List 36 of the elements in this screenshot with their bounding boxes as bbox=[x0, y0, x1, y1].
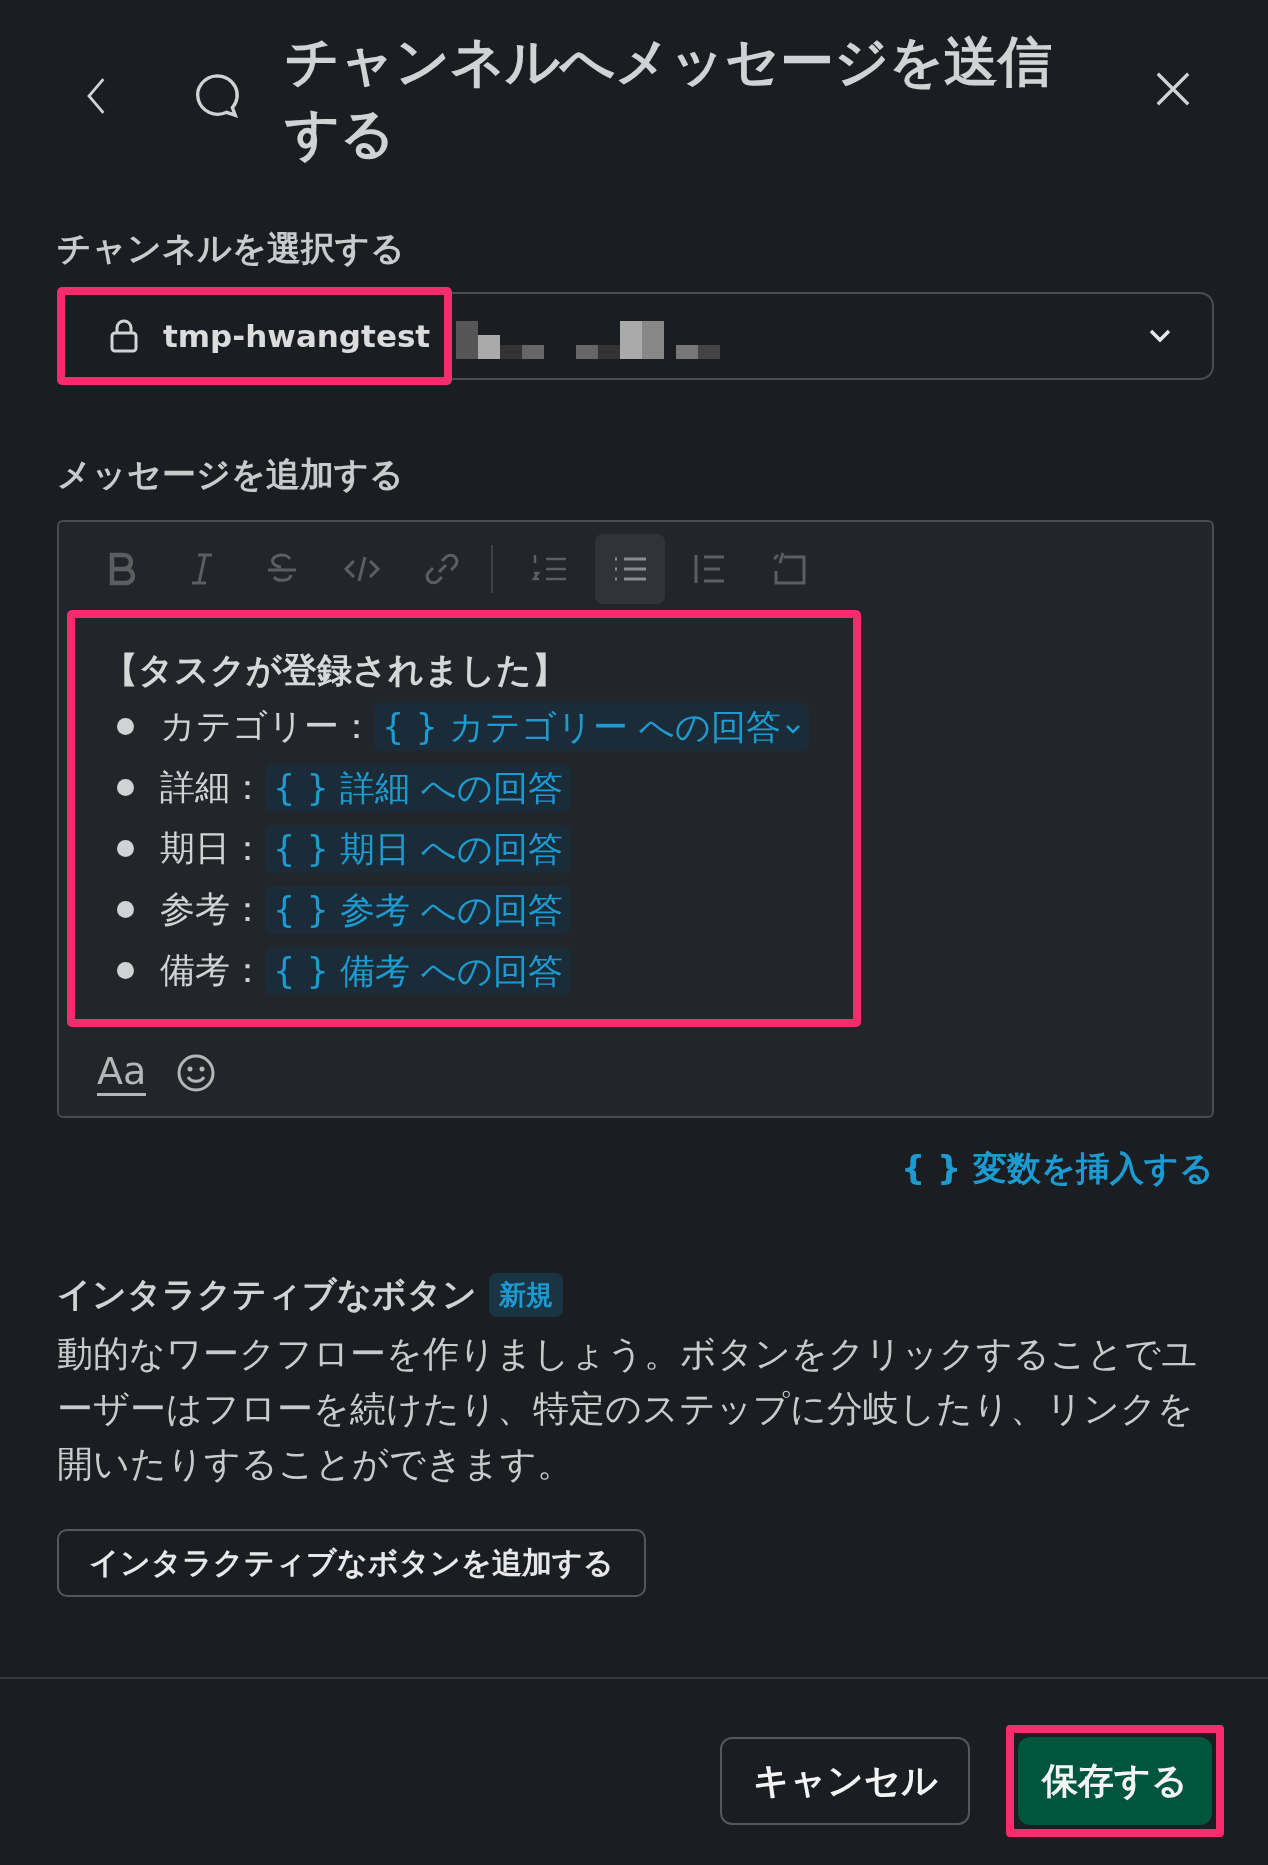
bullet-icon bbox=[117, 840, 134, 857]
item-label: 備考： bbox=[160, 949, 265, 992]
chevron-down-icon bbox=[784, 723, 801, 736]
new-badge: 新規 bbox=[489, 1273, 563, 1317]
item-label: カテゴリー： bbox=[160, 705, 374, 748]
field-label: メッセージを追加する bbox=[57, 453, 405, 496]
message-editor[interactable]: 【タスクが登録されました】 カテゴリー： { } カテゴリー への回答 詳細： { } 詳細 への回答 期日： { } 期日 への回答 参考： { } 参考 への回答 備考： { } 備考 への回答 Aa bbox=[57, 520, 1214, 1118]
window-title: チャンネルへメッセージを送信する bbox=[285, 29, 1053, 167]
cancel-button[interactable]: キャンセル bbox=[720, 1737, 970, 1825]
channel-name: tmp-hwangtest bbox=[163, 318, 431, 354]
field-label: チャンネルを選択する bbox=[57, 227, 406, 270]
formatting-toggle[interactable]: Aa bbox=[97, 1049, 147, 1096]
item-label: 期日： bbox=[160, 827, 265, 870]
bullet-icon bbox=[117, 962, 134, 979]
variable-token[interactable]: { } 期日 への回答 bbox=[265, 824, 571, 873]
variable-token[interactable]: { } 詳細 への回答 bbox=[265, 763, 571, 812]
variable-token[interactable]: { } 参考 への回答 bbox=[265, 885, 571, 934]
toolbar-button[interactable] bbox=[595, 534, 665, 604]
close-icon[interactable] bbox=[1154, 70, 1192, 108]
lock-icon bbox=[109, 318, 139, 354]
insert-variable-link[interactable]: { } 変数を挿入する bbox=[900, 1146, 1214, 1192]
chevron-down-icon bbox=[1148, 328, 1172, 344]
variable-token[interactable]: { } カテゴリー への回答 bbox=[374, 702, 809, 751]
bullet-icon bbox=[117, 901, 134, 918]
description-text: 動的なワークフローを作りましょう。ボタンをクリックすることでユーザーはフローを続けたり、特定のステップに分岐したり、リンクを開いたりすることができます。 bbox=[57, 1332, 1199, 1486]
section-title: インタラクティブなボタン bbox=[57, 1273, 477, 1316]
save-button[interactable]: 保存する bbox=[1018, 1737, 1212, 1825]
emoji-icon[interactable] bbox=[176, 1052, 217, 1093]
search-icon[interactable] bbox=[193, 72, 241, 120]
item-label: 詳細： bbox=[160, 766, 265, 809]
item-label: 参考： bbox=[160, 888, 265, 931]
bullet-icon bbox=[117, 779, 134, 796]
message-heading: 【タスクが登録されました】 bbox=[103, 649, 568, 692]
bullet-icon bbox=[117, 718, 134, 735]
variable-token[interactable]: { } 備考 への回答 bbox=[265, 946, 571, 995]
add-interactive-button[interactable]: インタラクティブなボタンを追加する bbox=[57, 1529, 646, 1597]
